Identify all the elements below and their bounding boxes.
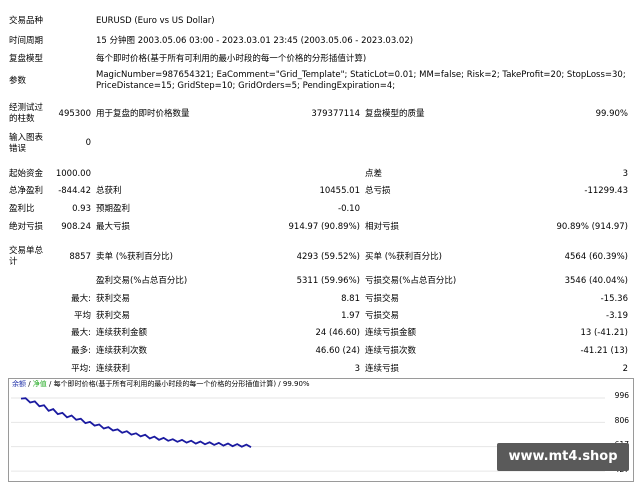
gross-profit-label: 总获利 <box>96 186 122 196</box>
long-positions-label: 买单 (%获利百分比) <box>365 252 442 262</box>
average-prefix: 平均 <box>73 311 91 321</box>
avg-consecutive-wins-label: 连续获利 <box>96 364 131 374</box>
legend-separator: / <box>26 380 33 388</box>
avg-consecutive-wins-value: 3 <box>354 364 360 374</box>
largest-loss-label: 亏损交易 <box>365 294 400 304</box>
legend-equity: 净值 <box>32 380 47 388</box>
bars-value: 495300 <box>58 109 91 119</box>
quality-value: 99.90% <box>595 109 628 119</box>
profit-trades-value: 5311 (59.96%) <box>296 276 360 286</box>
net-profit-value: -844.42 <box>58 186 91 196</box>
rel-drawdown-value: 90.89% (914.97) <box>556 222 629 232</box>
deposit-label: 起始资金 <box>9 169 44 179</box>
bars-label-line-2: 的柱数 <box>9 114 35 124</box>
avg-consecutive-losses-value: 2 <box>622 364 628 374</box>
avg-consecutive-prefix: 平均: <box>71 364 91 374</box>
expected-payoff-label: 预期盈利 <box>96 204 131 214</box>
max-consecutive-losses-value: 13 (-41.21) <box>580 328 628 338</box>
y-tick-label: 996 <box>614 391 629 400</box>
watermark-badge: www.mt4.shop <box>497 443 629 471</box>
period-value: 15 分钟图 2003.05.06 03:00 - 2023.03.01 23:… <box>96 36 414 46</box>
max-consecutive-loss-label: 连续亏损次数 <box>365 346 417 356</box>
params-line-1: MagicNumber=987654321; EaComment="Grid_T… <box>96 70 626 80</box>
model-label: 复盘模型 <box>9 54 44 64</box>
loss-trades-value: 3546 (40.04%) <box>564 276 628 286</box>
legend-description: / 每个即时价格(基于所有可利用的最小时段的每一个价格的分形插值计算) / 99… <box>46 380 310 388</box>
largest-loss-value: -15.36 <box>600 294 628 304</box>
spread-label: 点差 <box>365 169 383 179</box>
gross-loss-value: -11299.43 <box>584 186 628 196</box>
loss-trades-label: 亏损交易(%占总百分比) <box>365 276 457 286</box>
total-trades-label-line-1: 交易单总 <box>9 246 44 256</box>
max-consecutive-wins-value: 24 (46.60) <box>315 328 360 338</box>
short-positions-label: 卖单 (%获利百分比) <box>96 252 173 262</box>
largest-profit-value: 8.81 <box>341 294 360 304</box>
rel-drawdown-label: 相对亏损 <box>365 222 400 232</box>
largest-prefix: 最大: <box>71 294 91 304</box>
bars-label-line-1: 经测试过 <box>9 103 44 113</box>
abs-drawdown-value: 908.24 <box>61 222 91 232</box>
max-consecutive-losses-label: 连续亏损金额 <box>365 328 417 338</box>
total-trades-value: 8857 <box>69 252 91 262</box>
quality-label: 复盘模型的质量 <box>365 109 425 119</box>
max-drawdown-label: 最大亏损 <box>96 222 131 232</box>
average-profit-value: 1.97 <box>341 311 360 321</box>
most-prefix: 最多: <box>71 346 91 356</box>
errors-label-line-1: 输入图表 <box>9 133 44 143</box>
y-tick-label: 806 <box>614 416 629 425</box>
spread-value: 3 <box>622 169 628 179</box>
model-value: 每个即时价格(基于所有可利用的最小时段的每一个价格的分形插值计算) <box>96 54 367 64</box>
profit-factor-label: 盈利比 <box>9 204 35 214</box>
ticks-value: 379377114 <box>311 109 360 119</box>
gross-loss-label: 总亏损 <box>365 186 391 196</box>
max-drawdown-value: 914.97 (90.89%) <box>288 222 361 232</box>
params-line-2: PriceDistance=15; GridStep=10; GridOrder… <box>96 81 396 91</box>
params-label: 参数 <box>9 76 27 86</box>
total-trades-label-line-2: 计 <box>9 257 18 267</box>
largest-profit-label: 获利交易 <box>96 294 131 304</box>
long-positions-value: 4564 (60.39%) <box>564 252 628 262</box>
abs-drawdown-label: 绝对亏损 <box>9 222 44 232</box>
average-loss-value: -3.19 <box>606 311 628 321</box>
gross-profit-value: 10455.01 <box>319 186 360 196</box>
maximum-prefix: 最大: <box>71 328 91 338</box>
symbol-label: 交易品种 <box>9 16 44 26</box>
max-consecutive-wins-label: 连续获利金额 <box>96 328 148 338</box>
max-consecutive-loss-value: -41.21 (13) <box>580 346 628 356</box>
errors-label-line-2: 错误 <box>9 144 27 154</box>
deposit-value: 1000.00 <box>55 169 91 179</box>
short-positions-value: 4293 (59.52%) <box>296 252 360 262</box>
chart-legend: 余额 / 净值 / 每个即时价格(基于所有可利用的最小时段的每一个价格的分形插值… <box>12 380 310 389</box>
profit-trades-label: 盈利交易(%占总百分比) <box>96 276 188 286</box>
period-label: 时间周期 <box>9 36 44 46</box>
average-profit-label: 获利交易 <box>96 311 131 321</box>
max-consecutive-profit-value: 46.60 (24) <box>315 346 360 356</box>
avg-consecutive-losses-label: 连续亏损 <box>365 364 400 374</box>
max-consecutive-profit-label: 连续获利次数 <box>96 346 148 356</box>
average-loss-label: 亏损交易 <box>365 311 400 321</box>
net-profit-label: 总净盈利 <box>9 186 44 196</box>
ticks-label: 用于复盘的即时价格数量 <box>96 109 190 119</box>
expected-payoff-value: -0.10 <box>338 204 360 214</box>
errors-value: 0 <box>85 138 91 148</box>
profit-factor-value: 0.93 <box>72 204 91 214</box>
legend-balance: 余额 <box>12 380 26 388</box>
symbol-value: EURUSD (Euro vs US Dollar) <box>96 16 215 26</box>
